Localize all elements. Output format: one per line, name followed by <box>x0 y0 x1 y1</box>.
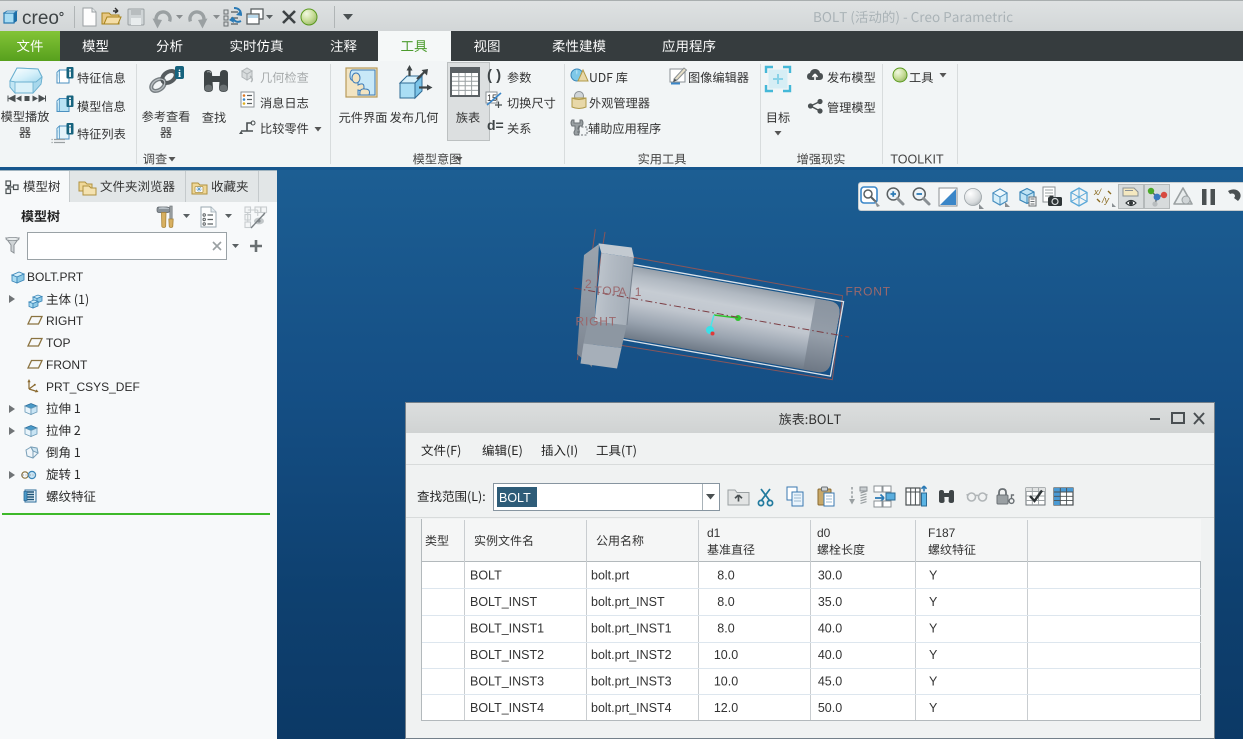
svg-text:8.0: 8.0 <box>717 595 734 609</box>
svg-text:Y: Y <box>929 675 938 689</box>
svg-text:40.0: 40.0 <box>818 622 842 636</box>
svg-text:45.0: 45.0 <box>818 675 842 689</box>
svg-text:BOLT.PRT: BOLT.PRT <box>27 270 84 284</box>
svg-text:30.0: 30.0 <box>818 569 842 583</box>
svg-text:( ): ( ) <box>487 67 501 84</box>
svg-text:Y: Y <box>929 701 938 715</box>
svg-text:40.0: 40.0 <box>818 648 842 662</box>
svg-text:BOLT_INST2: BOLT_INST2 <box>470 648 544 662</box>
svg-text:10.0: 10.0 <box>714 648 738 662</box>
svg-text:TOP: TOP <box>46 336 70 350</box>
svg-text:PRT_CSYS_DEF: PRT_CSYS_DEF <box>46 380 140 394</box>
svg-text:bolt.prt_INST1: bolt.prt_INST1 <box>591 622 672 636</box>
svg-text:d=: d= <box>487 117 504 133</box>
svg-text:BOLT_INST3: BOLT_INST3 <box>470 675 544 689</box>
svg-text:BOLT_INST: BOLT_INST <box>470 595 538 609</box>
svg-text:bolt.prt: bolt.prt <box>591 569 630 583</box>
svg-text:bolt.prt_INST2: bolt.prt_INST2 <box>591 648 672 662</box>
svg-text:BOLT_INST1: BOLT_INST1 <box>470 622 544 636</box>
svg-text:TOOLKIT: TOOLKIT <box>890 153 944 167</box>
svg-text:bolt.prt_INST3: bolt.prt_INST3 <box>591 675 672 689</box>
svg-text:F187: F187 <box>928 526 956 540</box>
svg-text:creo: creo <box>22 8 59 29</box>
svg-text:bolt.prt_INST4: bolt.prt_INST4 <box>591 701 672 715</box>
svg-text:/y: /y <box>1101 195 1110 205</box>
svg-text:Y: Y <box>929 648 938 662</box>
svg-text:50.0: 50.0 <box>818 701 842 715</box>
svg-text:BOLT: BOLT <box>470 569 502 583</box>
svg-text:Y: Y <box>929 622 938 636</box>
svg-text:i: i <box>178 68 181 80</box>
svg-text:bolt.prt_INST: bolt.prt_INST <box>591 595 665 609</box>
svg-text:d0: d0 <box>817 526 831 540</box>
svg-text:BOLT_INST4: BOLT_INST4 <box>470 701 544 715</box>
svg-text:35.0: 35.0 <box>818 595 842 609</box>
svg-text:10.0: 10.0 <box>714 675 738 689</box>
svg-text:Y: Y <box>929 595 938 609</box>
svg-text:8.0: 8.0 <box>717 569 734 583</box>
svg-text:✳: ✳ <box>196 185 203 194</box>
svg-text:d1: d1 <box>707 526 721 540</box>
svg-text:FRONT: FRONT <box>46 358 88 372</box>
svg-text:8.0: 8.0 <box>717 622 734 636</box>
svg-text:Y: Y <box>929 569 938 583</box>
svg-text:BOLT: BOLT <box>499 491 531 505</box>
svg-text:12.0: 12.0 <box>714 701 738 715</box>
svg-text:RIGHT: RIGHT <box>46 314 84 328</box>
